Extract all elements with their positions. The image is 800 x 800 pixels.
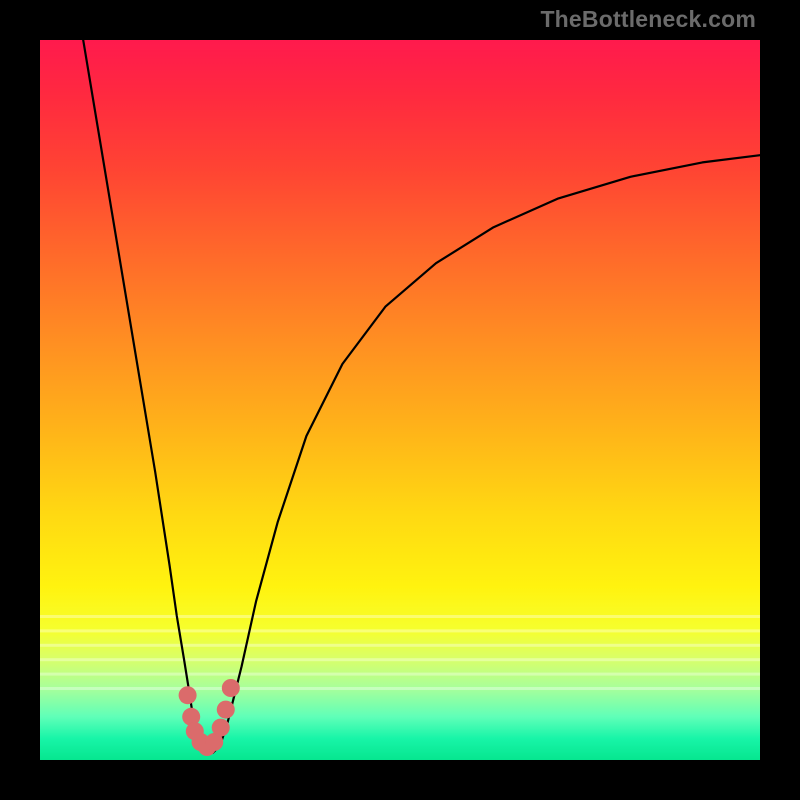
soft-band <box>40 629 760 632</box>
chart-svg <box>40 40 760 760</box>
soft-band <box>40 673 760 676</box>
valley-marker <box>222 679 240 697</box>
soft-band <box>40 687 760 690</box>
valley-marker <box>212 719 230 737</box>
outer-frame: TheBottleneck.com <box>0 0 800 800</box>
watermark-text: TheBottleneck.com <box>540 6 756 33</box>
valley-marker-group <box>179 679 240 756</box>
soft-band <box>40 615 760 618</box>
soft-band <box>40 644 760 647</box>
valley-marker <box>217 701 235 719</box>
plot-area <box>40 40 760 760</box>
soft-band <box>40 658 760 661</box>
valley-marker <box>179 686 197 704</box>
soft-bands <box>40 615 760 690</box>
